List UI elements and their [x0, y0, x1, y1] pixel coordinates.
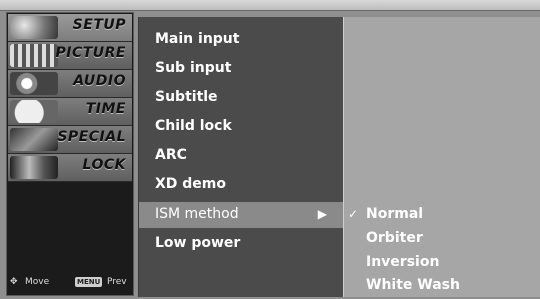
menu-item-label: Low power: [155, 235, 241, 251]
tab-label: TIME: [85, 101, 126, 117]
tab-label: AUDIO: [73, 73, 126, 89]
submenu-item-label: White Wash: [366, 277, 460, 293]
submenu-item-label: Inversion: [366, 254, 440, 270]
tab-label: SPECIAL: [57, 129, 126, 145]
osd-screen: SETUP PICTURE AUDIO TIME SPECIAL LOCK ✥ …: [0, 0, 540, 299]
submenu-item-white-wash[interactable]: White Wash: [344, 274, 540, 298]
menu-button-icon: MENU: [75, 277, 103, 287]
setup-thumbnail-icon: [10, 16, 58, 39]
tab-picture[interactable]: PICTURE: [8, 42, 132, 70]
menu-item-subtitle[interactable]: Subtitle: [139, 85, 343, 111]
menu-item-low-power[interactable]: Low power: [139, 231, 343, 257]
ism-submenu-panel: ✓ Normal Orbiter Inversion White Wash: [343, 17, 540, 297]
menu-item-sub-input[interactable]: Sub input: [139, 56, 343, 82]
top-bar: [0, 0, 540, 11]
tab-special[interactable]: SPECIAL: [8, 126, 132, 154]
menu-item-label: ARC: [155, 147, 187, 163]
move-arrows-icon: ✥: [10, 277, 18, 287]
tab-label: PICTURE: [55, 45, 126, 61]
navigation-hint: ✥ Move MENU Prev: [7, 275, 133, 291]
tab-audio[interactable]: AUDIO: [8, 70, 132, 98]
tab-label: SETUP: [72, 17, 126, 33]
menu-item-main-input[interactable]: Main input: [139, 27, 343, 53]
submenu-arrow-icon: ▶: [317, 207, 327, 221]
picture-thumbnail-icon: [10, 44, 58, 67]
submenu-item-label: Normal: [366, 206, 424, 222]
menu-item-arc[interactable]: ARC: [139, 143, 343, 169]
menu-item-xd-demo[interactable]: XD demo: [139, 172, 343, 198]
tab-setup[interactable]: SETUP: [8, 14, 132, 42]
checkmark-icon: ✓: [348, 207, 359, 221]
menu-item-label: Sub input: [155, 60, 232, 76]
special-thumbnail-icon: [10, 128, 58, 151]
lock-thumbnail-icon: [10, 156, 58, 179]
move-hint-label: Move: [25, 277, 50, 287]
submenu-item-normal[interactable]: ✓ Normal: [344, 203, 540, 227]
tab-label: LOCK: [82, 157, 126, 173]
menu-item-label: Main input: [155, 31, 240, 47]
time-thumbnail-icon: [10, 100, 58, 123]
tab-lock[interactable]: LOCK: [8, 154, 132, 182]
menu-item-ism-method[interactable]: ISM method ▶: [139, 202, 343, 228]
special-menu-panel: Main input Sub input Subtitle Child lock…: [138, 17, 343, 297]
submenu-item-label: Orbiter: [366, 230, 423, 246]
audio-thumbnail-icon: [10, 72, 58, 95]
menu-item-label: Child lock: [155, 118, 232, 134]
tab-time[interactable]: TIME: [8, 98, 132, 126]
submenu-item-inversion[interactable]: Inversion: [344, 251, 540, 275]
menu-item-label: Subtitle: [155, 89, 218, 105]
menu-item-label: ISM method: [155, 206, 239, 222]
submenu-item-orbiter[interactable]: Orbiter: [344, 227, 540, 251]
menu-item-label: XD demo: [155, 176, 227, 192]
prev-hint-label: Prev: [107, 277, 127, 287]
menu-tab-column: SETUP PICTURE AUDIO TIME SPECIAL LOCK ✥ …: [6, 12, 134, 296]
menu-item-child-lock[interactable]: Child lock: [139, 114, 343, 140]
